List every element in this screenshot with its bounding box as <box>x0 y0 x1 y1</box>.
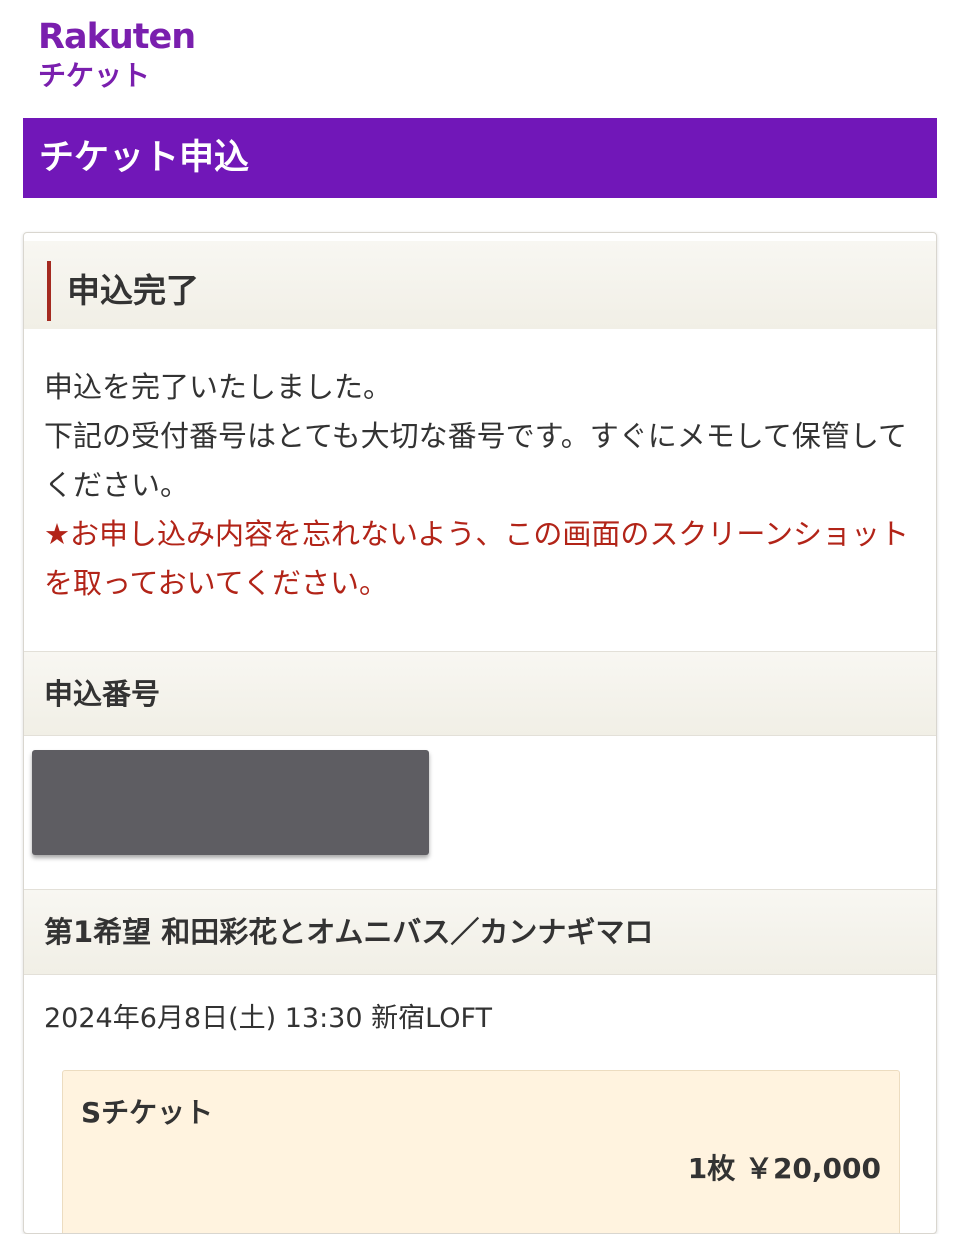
section-accent-bar <box>47 261 51 321</box>
completion-message: 申込を完了いたしました。 下記の受付番号はとても大切な番号です。すぐにメモして保… <box>44 363 924 608</box>
page-title-bar: チケット申込 <box>23 118 937 198</box>
application-number-label: 申込番号 <box>44 677 161 711</box>
divider <box>24 735 936 736</box>
application-card: 申込完了 申込を完了いたしました。 下記の受付番号はとても大切な番号です。すぐに… <box>23 232 937 1234</box>
message-line: 下記の受付番号はとても大切な番号です。すぐにメモして保管してください。 <box>44 419 908 502</box>
event-date-venue: 2024年6月8日(土) 13:30 新宿LOFT <box>44 1003 492 1034</box>
application-number-header: 申込番号 <box>24 652 936 735</box>
choice-title: 第1希望 和田彩花とオムニバス／カンナギマロ <box>44 915 654 949</box>
redacted-application-number <box>32 750 429 855</box>
page-title: チケット申込 <box>39 138 250 178</box>
complete-section-header: 申込完了 <box>24 241 936 329</box>
logo-rakuten-text: Rakuten <box>38 17 196 57</box>
message-line: 申込を完了いたしました。 <box>44 370 393 404</box>
screenshot-notice: ★お申し込み内容を忘れないよう、この画面のスクリーンショットを取っておいてくださ… <box>44 517 909 600</box>
complete-section-title: 申込完了 <box>67 271 199 310</box>
ticket-info-box: Sチケット 1枚 ￥20,000 <box>62 1070 900 1233</box>
rakuten-ticket-logo[interactable]: Rakuten チケット <box>38 17 196 98</box>
ticket-type: Sチケット <box>81 1096 214 1129</box>
logo-ticket-text: チケット <box>38 59 151 92</box>
choice-header: 第1希望 和田彩花とオムニバス／カンナギマロ <box>24 890 936 974</box>
divider <box>24 974 936 975</box>
ticket-quantity-price: 1枚 ￥20,000 <box>687 1152 881 1185</box>
